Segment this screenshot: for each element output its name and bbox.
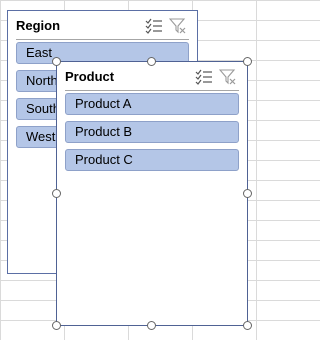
multi-select-icon[interactable] [195,69,213,85]
region-slicer-title: Region [16,18,61,33]
region-slicer-header[interactable]: Region [16,15,189,40]
resize-handle-middle-right[interactable] [243,189,252,198]
resize-handle-top-right[interactable] [243,57,252,66]
resize-handle-bottom-left[interactable] [52,321,61,330]
slicer-item-product-c[interactable]: Product C [65,149,239,171]
product-slicer-header[interactable]: Product [65,66,239,91]
multi-select-icon[interactable] [145,18,163,34]
slicer-item-product-a[interactable]: Product A [65,93,239,115]
product-slicer[interactable]: Product Product A Product B Product C [56,61,248,326]
clear-filter-icon[interactable] [218,69,237,85]
resize-handle-top-left[interactable] [52,57,61,66]
resize-handle-bottom-center[interactable] [147,321,156,330]
resize-handle-top-center[interactable] [147,57,156,66]
resize-handle-bottom-right[interactable] [243,321,252,330]
resize-handle-middle-left[interactable] [52,189,61,198]
clear-filter-icon[interactable] [168,18,187,34]
slicer-item-product-b[interactable]: Product B [65,121,239,143]
product-slicer-title: Product [65,69,115,84]
